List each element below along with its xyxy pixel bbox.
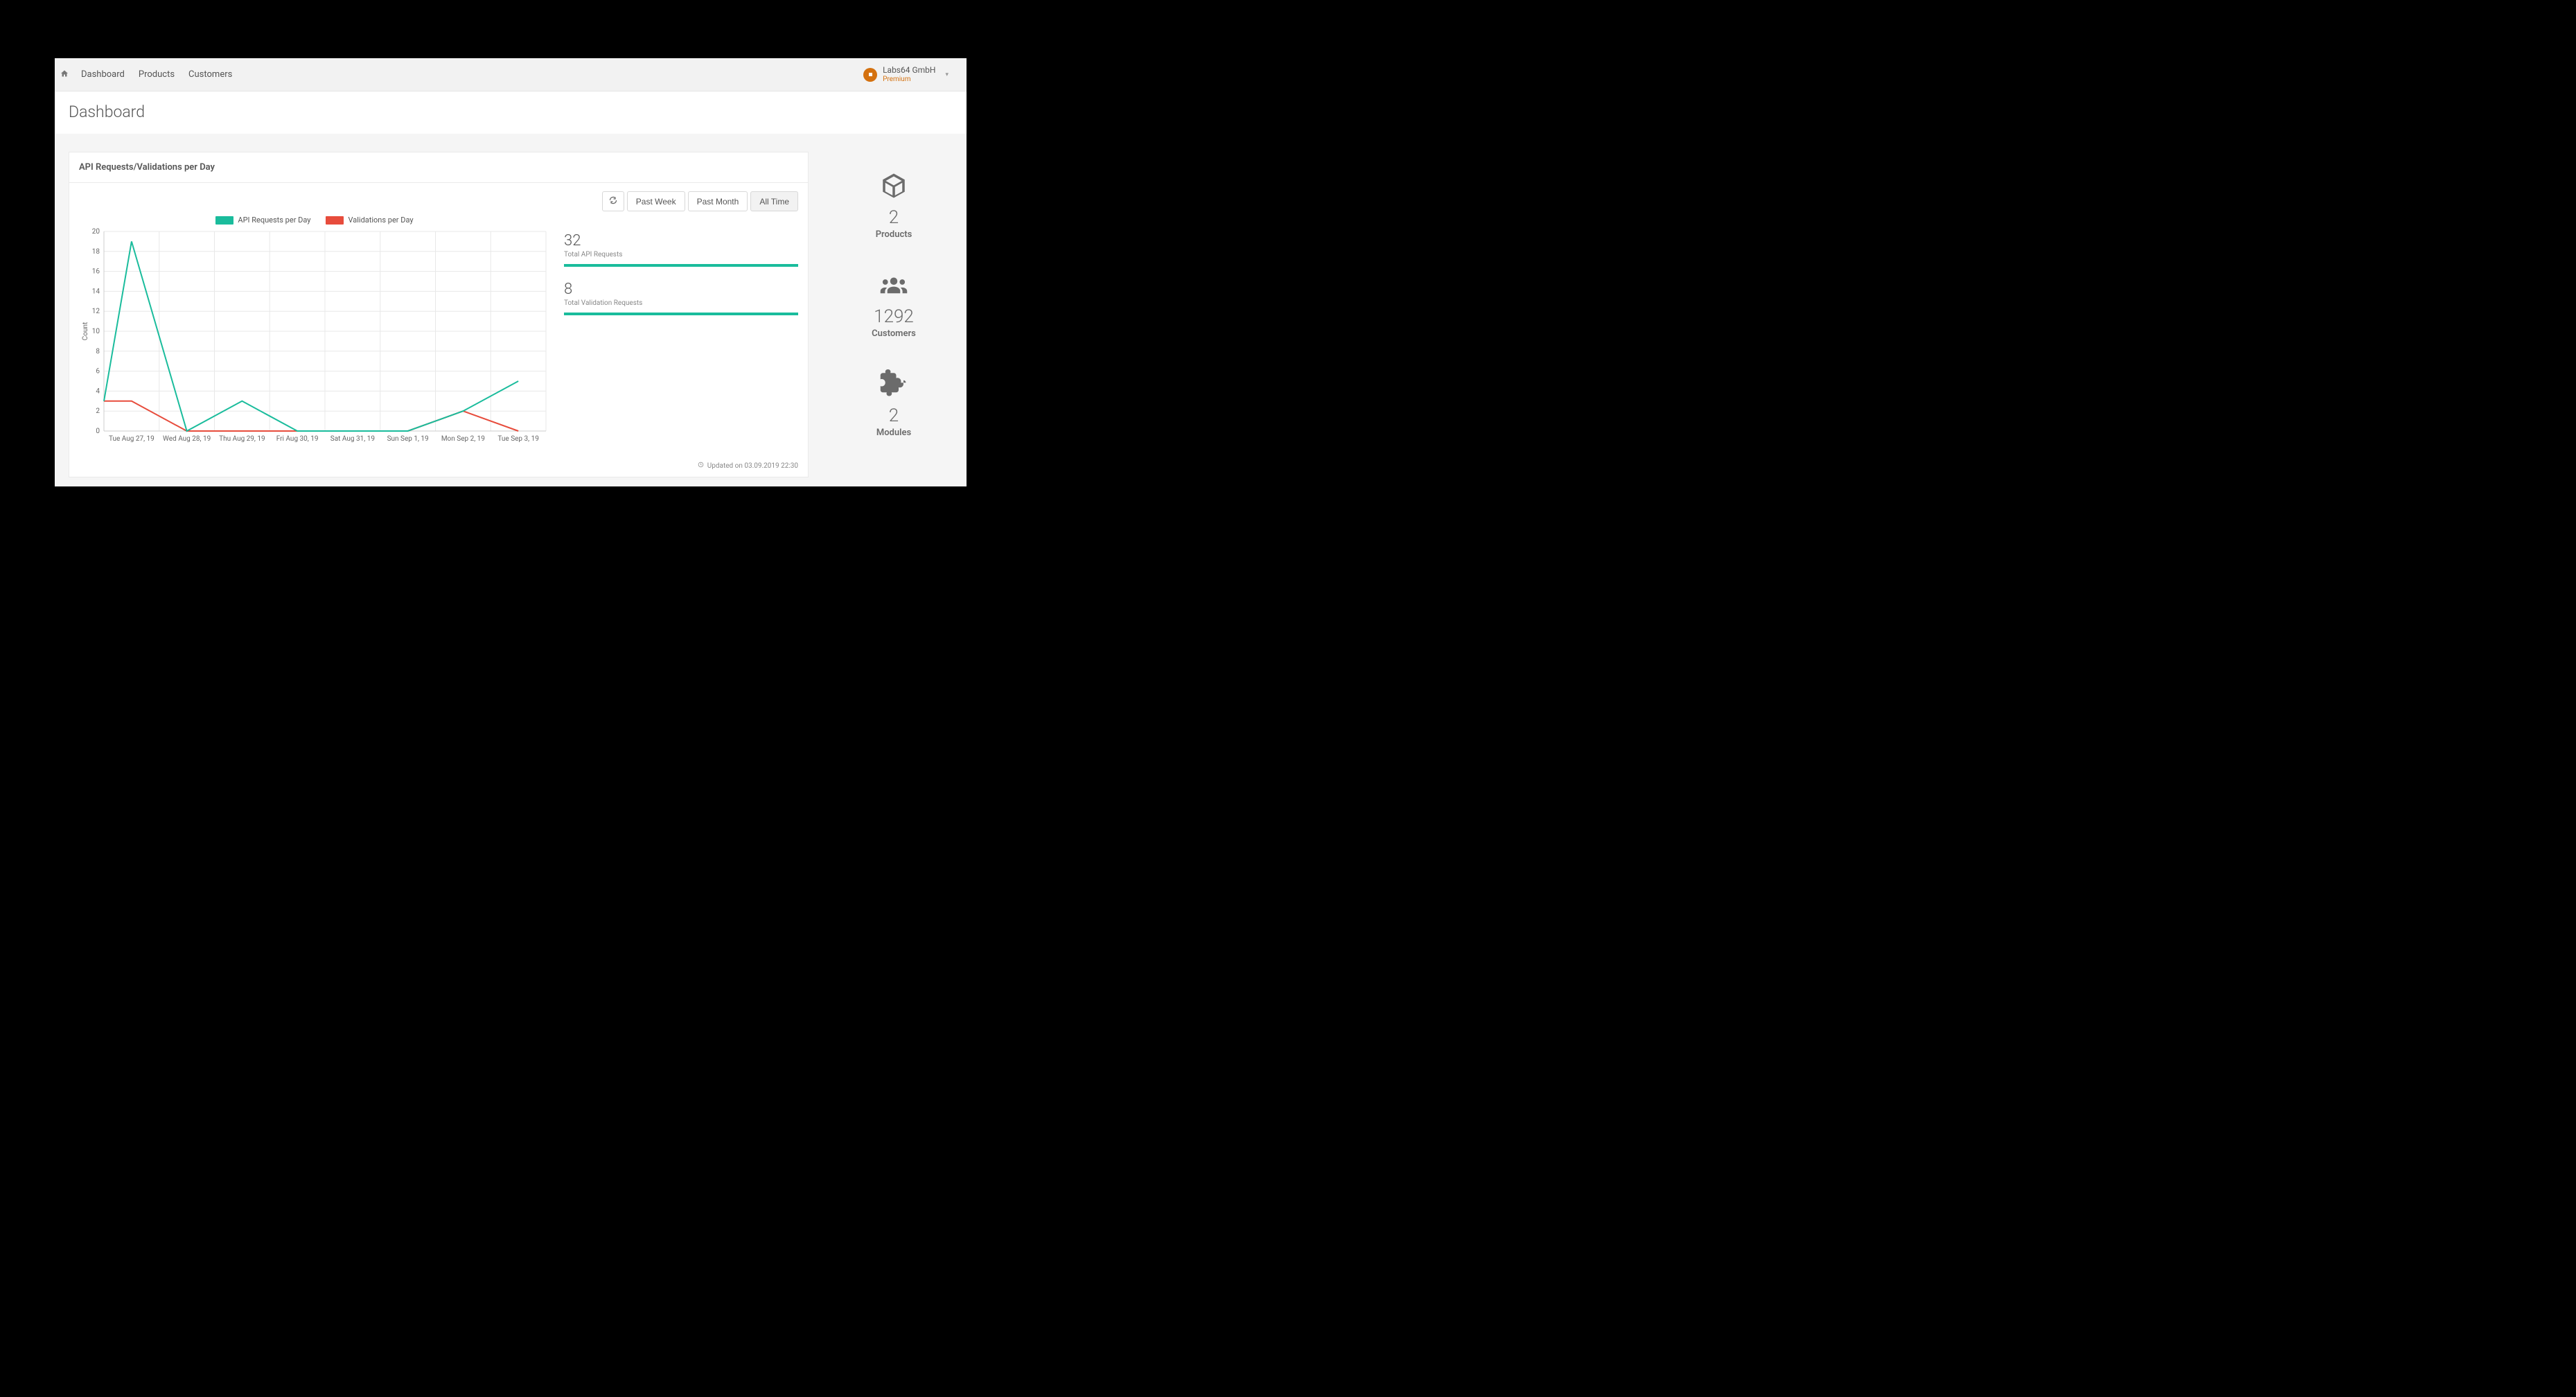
chart-area: API Requests per Day Validations per Day… [79,216,550,452]
svg-text:Tue Aug 27, 19: Tue Aug 27, 19 [109,435,155,443]
svg-text:Fri Aug 30, 19: Fri Aug 30, 19 [276,435,319,443]
side-stat-modules-label: Modules [876,428,911,438]
legend-item-api[interactable]: API Requests per Day [215,216,310,225]
legend-swatch-val [326,216,344,225]
page-title-bar: Dashboard [55,91,967,134]
side-stat-customers[interactable]: 1292 Customers [872,270,916,339]
legend-swatch-api [215,216,233,225]
side-stat-products-label: Products [876,229,912,240]
svg-text:2: 2 [96,407,100,415]
side-stat-customers-value: 1292 [872,306,916,327]
page-title: Dashboard [69,103,953,121]
svg-text:Sun Sep 1, 19: Sun Sep 1, 19 [387,435,429,443]
legend-item-val[interactable]: Validations per Day [326,216,413,225]
svg-text:10: 10 [92,328,100,335]
nav-link-dashboard[interactable]: Dashboard [74,69,132,80]
account-tier: Premium [883,76,935,83]
svg-text:12: 12 [92,308,100,315]
svg-text:Mon Sep 2, 19: Mon Sep 2, 19 [441,435,485,443]
time-range-toolbar: Past Week Past Month All Time [79,191,798,211]
svg-text:20: 20 [92,228,100,236]
brand-logo-icon [863,68,877,82]
svg-text:Wed Aug 28, 19: Wed Aug 28, 19 [163,435,211,443]
svg-text:Tue Sep 3, 19: Tue Sep 3, 19 [497,435,538,443]
nav-link-products[interactable]: Products [132,69,182,80]
refresh-button[interactable] [602,191,624,211]
svg-text:8: 8 [96,348,100,355]
past-month-button[interactable]: Past Month [688,191,748,211]
updated-timestamp: Updated on 03.09.2019 22:30 [69,459,808,477]
svg-text:Thu Aug 29, 19: Thu Aug 29, 19 [219,435,265,443]
clock-icon [698,463,705,470]
stats-area: 32 Total API Requests 8 Total Validation… [564,216,798,452]
past-week-button[interactable]: Past Week [627,191,685,211]
chevron-down-icon: ▾ [945,71,949,78]
home-icon[interactable] [60,69,69,80]
account-menu[interactable]: Labs64 GmbH Premium ▾ [863,66,961,82]
svg-text:18: 18 [92,248,100,256]
stat-total-val-bar [564,313,798,315]
side-stat-products[interactable]: 2 Products [876,171,912,240]
chart-legend: API Requests per Day Validations per Day [79,216,550,225]
svg-text:Sat Aug 31, 19: Sat Aug 31, 19 [330,435,375,443]
svg-text:16: 16 [92,268,100,276]
legend-label-api: API Requests per Day [238,216,310,225]
line-chart: 0 2 4 6 8 10 12 14 16 18 20 Tue Aug 27, 19 Wed Aug 2… [79,227,550,449]
svg-text:6: 6 [96,368,100,376]
sidebar-stats: 2 Products 1292 Customers 2 Modules [821,152,967,477]
cube-icon [876,171,912,203]
svg-text:Count: Count [82,322,89,341]
svg-text:14: 14 [92,288,100,295]
stat-total-api-value: 32 [564,232,798,249]
stat-total-api-label: Total API Requests [564,251,798,258]
top-nav: Dashboard Products Customers Labs64 GmbH… [55,58,967,91]
puzzle-icon [876,369,911,401]
side-stat-products-value: 2 [876,207,912,228]
all-time-button[interactable]: All Time [750,191,798,211]
side-stat-customers-label: Customers [872,328,916,339]
svg-text:4: 4 [96,387,100,395]
account-name: Labs64 GmbH [883,66,935,75]
stat-total-val-label: Total Validation Requests [564,299,798,307]
stat-total-api-bar [564,264,798,267]
side-stat-modules[interactable]: 2 Modules [876,369,911,438]
app-frame: Dashboard Products Customers Labs64 GmbH… [55,58,967,486]
panel-header: API Requests/Validations per Day [69,152,808,183]
stat-total-val: 8 Total Validation Requests [564,281,798,315]
content-area: API Requests/Validations per Day Past We… [55,134,967,477]
users-icon [872,270,916,302]
nav-link-customers[interactable]: Customers [182,69,239,80]
api-requests-panel: API Requests/Validations per Day Past We… [69,152,809,477]
side-stat-modules-value: 2 [876,405,911,426]
stat-total-val-value: 8 [564,281,798,298]
svg-text:0: 0 [96,428,100,435]
legend-label-val: Validations per Day [348,216,413,225]
stat-total-api: 32 Total API Requests [564,232,798,267]
